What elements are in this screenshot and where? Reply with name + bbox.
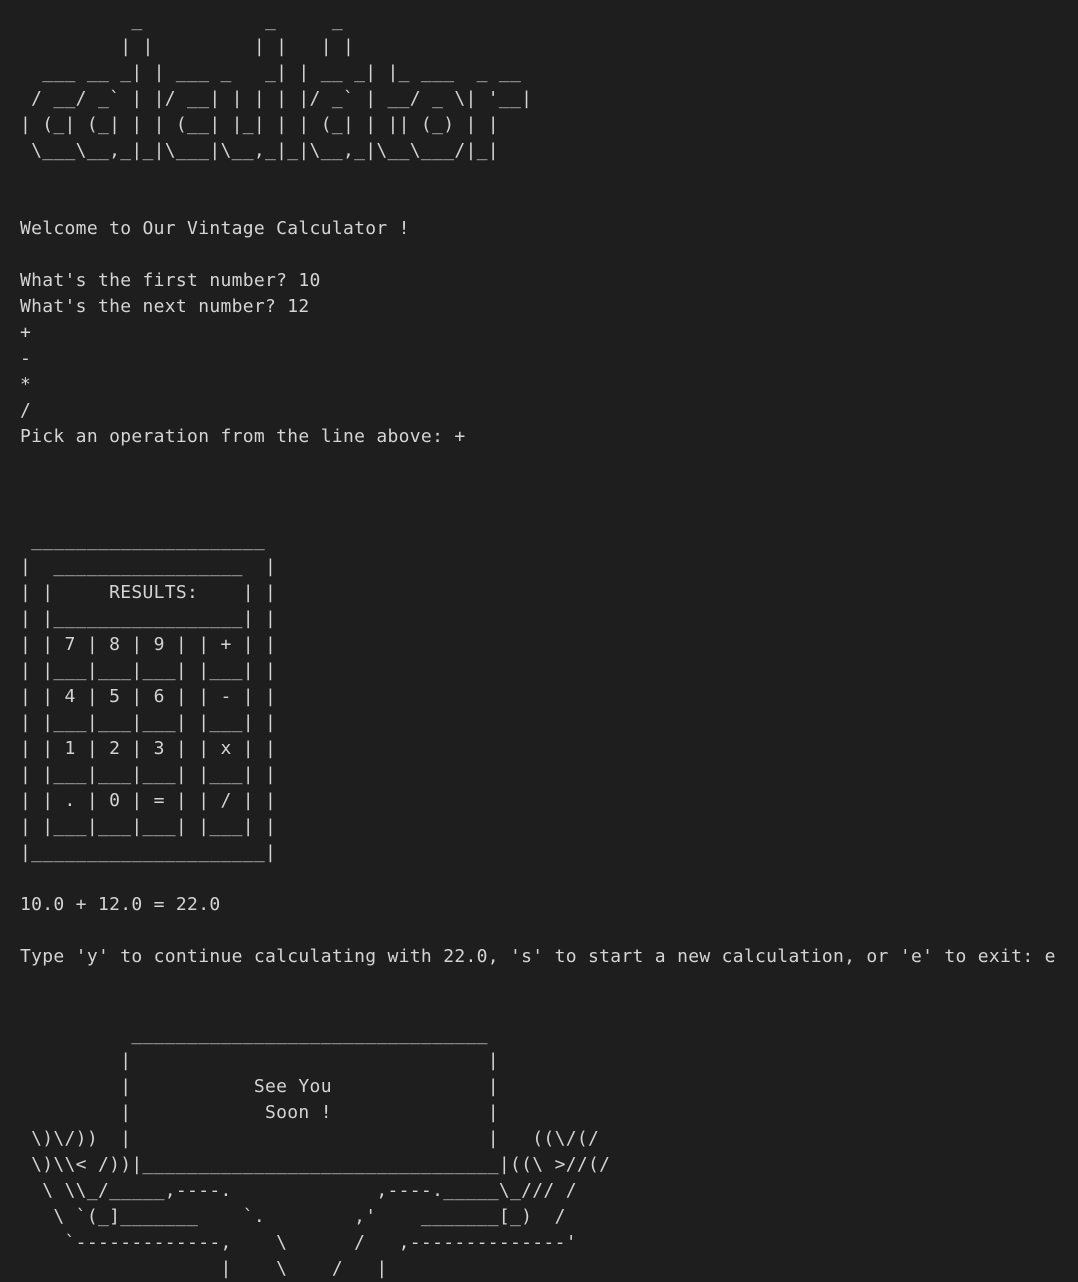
continue-prompt: Type 'y' to continue calculating with 22… — [20, 946, 1056, 967]
operation-option-plus: + — [20, 322, 32, 343]
operation-prompt: Pick an operation from the line above: + — [20, 426, 466, 447]
operation-option-multiply: * — [20, 374, 32, 395]
welcome-message: Welcome to Our Vintage Calculator ! — [20, 218, 410, 239]
result-line: 10.0 + 12.0 = 22.0 — [20, 894, 221, 915]
calculator-logo-ascii: _ _ _ | | | | | | ___ __ _| | ___ _ _| |… — [20, 10, 533, 161]
goodbye-ascii: ________________________________ | | | S… — [31, 1024, 611, 1279]
next-number-prompt: What's the next number? 12 — [20, 296, 310, 317]
first-number-prompt: What's the first number? 10 — [20, 270, 321, 291]
operation-option-minus: - — [20, 348, 32, 369]
calculator-results-ascii: _____________________ | ________________… — [20, 530, 277, 863]
operation-option-divide: / — [20, 400, 32, 421]
terminal-window: _ _ _ | | | | | | ___ __ _| | ___ _ _| |… — [20, 8, 1070, 1282]
